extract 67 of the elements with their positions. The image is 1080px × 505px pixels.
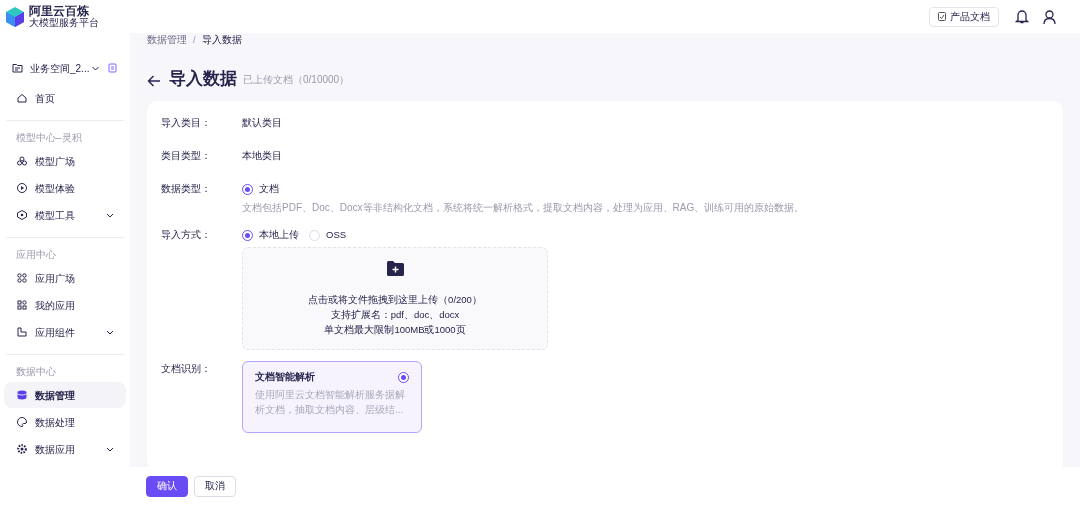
sidebar-item[interactable]: 首页 bbox=[4, 85, 126, 111]
sidebar-item[interactable]: 我的应用 bbox=[4, 292, 126, 318]
people-icon bbox=[16, 155, 28, 167]
upload-instruction: 单文档最大限制100MB或1000页 bbox=[324, 323, 466, 337]
confirm-button[interactable]: 确认 bbox=[146, 475, 188, 497]
sidebar-item[interactable]: 模型广场 bbox=[4, 148, 126, 174]
play-icon bbox=[16, 182, 28, 194]
brand-name: 阿里云百炼 bbox=[29, 5, 90, 17]
card-title: 文档智能解析 bbox=[255, 370, 315, 384]
hexagon-icon bbox=[16, 209, 28, 221]
sidebar-item[interactable]: 应用组件 bbox=[4, 319, 126, 345]
card-description: 使用阿里云文档智能解析服务据解析文档，抽取文档内容、层级结... bbox=[255, 388, 406, 418]
breadcrumb-link[interactable]: 数据管理 bbox=[147, 32, 187, 48]
section-title: 模型中心–灵积 bbox=[15, 130, 83, 145]
component-icon bbox=[16, 326, 28, 338]
sidebar-item[interactable]: 数据应用 bbox=[4, 436, 126, 462]
palette-icon bbox=[16, 416, 28, 428]
chevron-down-icon bbox=[106, 329, 114, 335]
field-hint: 文档包括PDF、Doc、Docx等非结构化文档，系统将统一解析格式，提取文档内容，处理为应用、RAG、训练可用的原始数据。 bbox=[242, 201, 805, 215]
upload-count: 已上传文档（0/10000） bbox=[243, 73, 350, 87]
field-value: 默认类目 bbox=[242, 115, 282, 130]
upload-instruction: 支持扩展名：pdf、doc、docx bbox=[330, 308, 460, 322]
field-value: 本地类目 bbox=[242, 148, 282, 163]
option-card[interactable]: 文档智能解析 使用阿里云文档智能解析服务据解析文档，抽取文档内容、层级结... bbox=[242, 361, 422, 433]
section-title: 数据中心 bbox=[15, 364, 57, 379]
sidebar-item[interactable]: 应用广场 bbox=[4, 265, 126, 291]
sidebar-item[interactable]: 模型体验 bbox=[4, 175, 126, 201]
radio-label: 本地上传 bbox=[259, 227, 299, 242]
field-label: 导入类目： bbox=[161, 115, 212, 130]
sidebar-item[interactable]: 数据处理 bbox=[4, 409, 126, 435]
field-label: 数据类型： bbox=[161, 181, 212, 196]
chevron-down-icon bbox=[106, 446, 114, 452]
logo-icon bbox=[4, 5, 26, 28]
cancel-button[interactable]: 取消 bbox=[194, 475, 236, 497]
document-icon bbox=[938, 12, 946, 21]
field-label: 导入方式： bbox=[161, 227, 212, 242]
chevron-down-icon bbox=[106, 212, 114, 218]
chevron-down-icon bbox=[91, 65, 101, 71]
radio-button[interactable] bbox=[398, 371, 409, 383]
radio-label: OSS bbox=[326, 227, 347, 242]
sidebar-item[interactable]: 数据管理 bbox=[4, 382, 126, 408]
user-icon[interactable] bbox=[1043, 9, 1056, 24]
docs-button[interactable]: 产品文档 bbox=[929, 6, 999, 27]
workspace-selector[interactable]: 业务空间_2... bbox=[30, 60, 90, 76]
folder-add-icon bbox=[386, 261, 404, 276]
radio-button[interactable] bbox=[242, 229, 253, 241]
page-title: 导入数据 bbox=[169, 70, 237, 87]
breadcrumb-current: 导入数据 bbox=[201, 32, 242, 47]
home-icon bbox=[16, 92, 28, 104]
back-arrow-icon[interactable] bbox=[147, 75, 161, 87]
bell-icon[interactable] bbox=[1015, 9, 1029, 24]
upload-dropzone[interactable]: 点击或将文件拖拽到这里上传（0/200） 支持扩展名：pdf、doc、docx 单文档最大限制100MB或1000页 bbox=[242, 247, 548, 350]
upload-instruction: 点击或将文件拖拽到这里上传（0/200） bbox=[308, 293, 482, 307]
folder-icon bbox=[12, 63, 23, 73]
brand-tagline: 大模型服务平台 bbox=[29, 18, 99, 28]
radio-label: 文档 bbox=[259, 181, 279, 196]
grid-icon bbox=[16, 299, 28, 311]
gear-icon bbox=[16, 443, 28, 455]
document-icon[interactable] bbox=[108, 63, 118, 73]
field-label: 类目类型： bbox=[161, 148, 212, 163]
radio-button[interactable] bbox=[242, 183, 253, 195]
sidebar-item[interactable]: 模型工具 bbox=[4, 202, 126, 228]
grid-icon bbox=[16, 272, 28, 284]
field-label: 文档识别： bbox=[161, 361, 212, 376]
breadcrumb-separator: / bbox=[193, 32, 196, 47]
database-icon bbox=[16, 389, 28, 401]
section-title: 应用中心 bbox=[15, 247, 57, 262]
